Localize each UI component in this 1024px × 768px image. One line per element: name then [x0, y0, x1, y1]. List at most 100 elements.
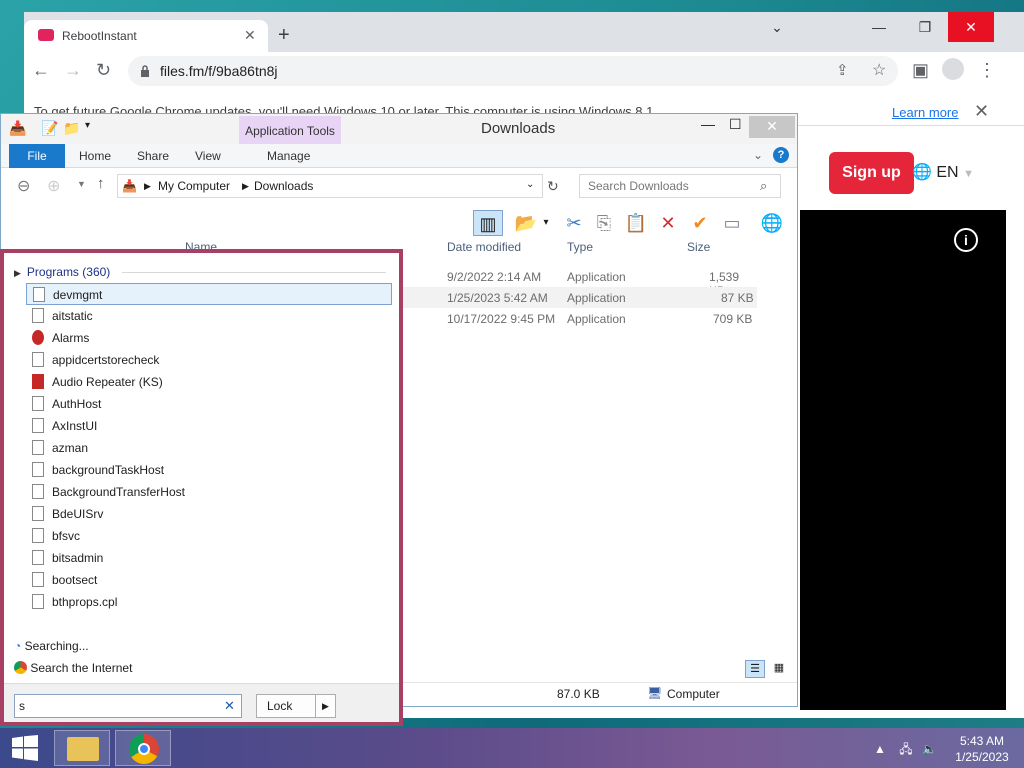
list-item[interactable]: BdeUISrv: [26, 503, 392, 525]
program-icon: [33, 287, 45, 302]
search-downloads-input[interactable]: Search Downloads ⌕: [579, 174, 781, 198]
breadcrumb-downloads[interactable]: Downloads: [254, 179, 313, 193]
chevron-down-icon[interactable]: ⌄: [526, 179, 534, 190]
check-icon[interactable]: ✔: [687, 210, 713, 236]
refresh-icon[interactable]: ↻: [547, 178, 559, 195]
file-date: 9/2/2022 2:14 AM: [447, 270, 542, 284]
list-item[interactable]: bootsect: [26, 569, 392, 591]
address-bar[interactable]: files.fm/f/9ba86tn8j ⇪ ☆: [128, 56, 898, 86]
list-item[interactable]: Alarms: [26, 327, 392, 349]
table-row[interactable]: 10/17/2022 9:45 PM Application 709 KB: [397, 308, 757, 329]
tab-title: RebootInstant: [62, 29, 137, 43]
list-item[interactable]: backgroundTaskHost: [26, 459, 392, 481]
details-view-icon[interactable]: ☰: [745, 660, 765, 678]
rename-icon[interactable]: ▭: [719, 210, 745, 236]
programs-header-label: Programs (360): [26, 265, 111, 279]
bookmark-star-icon[interactable]: ☆: [872, 60, 886, 80]
minimize-icon[interactable]: —: [856, 12, 902, 42]
help-icon[interactable]: ?: [773, 147, 789, 163]
tab-manage[interactable]: Manage: [267, 149, 310, 163]
list-item[interactable]: bfsvc: [26, 525, 392, 547]
searching-row: ◔ Searching...: [14, 639, 89, 653]
globe-icon[interactable]: 🌐: [759, 210, 785, 236]
reload-icon[interactable]: ↻: [96, 60, 111, 81]
breadcrumb-my-computer[interactable]: My Computer: [158, 179, 230, 193]
tab-view[interactable]: View: [195, 149, 221, 163]
list-item[interactable]: AxInstUI: [26, 415, 392, 437]
list-item[interactable]: aitstatic: [26, 305, 392, 327]
start-search-input[interactable]: s: [14, 694, 242, 718]
forward-icon[interactable]: ⊕: [47, 176, 60, 196]
side-panel-icon[interactable]: ▣: [912, 60, 929, 81]
breadcrumb[interactable]: 📥 ▶ My Computer ▶ Downloads ⌄: [117, 174, 543, 198]
list-item[interactable]: appidcertstorecheck: [26, 349, 392, 371]
lock-button[interactable]: Lock ▶: [256, 694, 336, 718]
paste-icon[interactable]: 📋: [623, 210, 649, 236]
minimize-icon[interactable]: —: [701, 116, 715, 132]
taskbar-file-explorer[interactable]: [54, 730, 110, 766]
new-folder-icon[interactable]: 📁: [63, 120, 80, 137]
search-internet-row[interactable]: Search the Internet: [14, 661, 132, 675]
delete-icon[interactable]: ✕: [655, 210, 681, 236]
tab-search-icon[interactable]: ⌄: [754, 12, 800, 42]
sign-up-button[interactable]: Sign up: [829, 152, 914, 194]
back-icon[interactable]: ←: [32, 60, 50, 81]
list-item[interactable]: Audio Repeater (KS): [26, 371, 392, 393]
tab-home[interactable]: Home: [79, 149, 111, 163]
show-hidden-icons[interactable]: ▲: [874, 742, 886, 756]
up-icon[interactable]: ↑: [97, 175, 105, 192]
list-item[interactable]: bthprops.cpl: [26, 591, 392, 613]
start-button[interactable]: [0, 728, 50, 768]
folder-options-icon[interactable]: 📂: [513, 210, 539, 236]
tab-share[interactable]: Share: [137, 149, 169, 163]
table-row[interactable]: 1/25/2023 5:42 AM Application 87 KB: [397, 287, 757, 308]
infobar-close-icon[interactable]: ✕: [974, 101, 989, 122]
properties-icon[interactable]: 📝: [41, 120, 58, 137]
info-icon[interactable]: i: [954, 228, 978, 252]
profile-avatar[interactable]: [942, 58, 964, 80]
cut-icon[interactable]: ✂: [561, 210, 587, 236]
expand-ribbon-icon[interactable]: ⌄: [753, 148, 763, 162]
close-window-icon[interactable]: ✕: [948, 12, 994, 42]
clear-search-icon[interactable]: ✕: [224, 698, 235, 714]
clock[interactable]: 5:43 AM 1/25/2023: [950, 733, 1014, 765]
programs-header[interactable]: ▶ Programs (360): [14, 265, 110, 279]
list-item[interactable]: BackgroundTransferHost: [26, 481, 392, 503]
tab-close-icon[interactable]: ✕: [244, 27, 256, 44]
share-icon[interactable]: ⇪: [836, 61, 849, 79]
downloads-folder-icon: 📥: [122, 179, 137, 193]
back-icon[interactable]: ⊖: [17, 176, 30, 196]
network-icon[interactable]: 🖧: [899, 742, 912, 756]
video-panel: [800, 210, 1006, 710]
learn-more-link[interactable]: Learn more: [892, 105, 958, 120]
folder-quick-icon[interactable]: 📥: [9, 120, 26, 137]
taskbar-chrome[interactable]: [115, 730, 171, 766]
forward-icon[interactable]: →: [64, 60, 82, 81]
col-size[interactable]: Size: [687, 240, 710, 254]
volume-icon[interactable]: 🔈: [922, 742, 937, 756]
copy-icon[interactable]: ⎘: [591, 210, 617, 236]
chevron-down-icon[interactable]: ▾: [539, 210, 553, 236]
program-label: BackgroundTransferHost: [52, 485, 185, 499]
list-item[interactable]: devmgmt: [26, 283, 392, 305]
large-icons-view-icon[interactable]: ▦: [769, 660, 789, 678]
language-selector[interactable]: 🌐 EN ▼: [912, 162, 974, 182]
col-type[interactable]: Type: [567, 240, 593, 254]
close-window-icon[interactable]: ✕: [749, 116, 795, 138]
tab-file[interactable]: File: [9, 144, 65, 168]
list-item[interactable]: azman: [26, 437, 392, 459]
list-item[interactable]: bitsadmin: [26, 547, 392, 569]
preview-pane-icon[interactable]: ▥: [473, 210, 503, 236]
list-item[interactable]: AuthHost: [26, 393, 392, 415]
new-tab-icon[interactable]: +: [278, 24, 290, 47]
chrome-tab[interactable]: RebootInstant ✕: [24, 20, 268, 52]
recent-locations-icon[interactable]: ▼: [77, 179, 86, 189]
customize-qat-icon[interactable]: ▾: [85, 120, 90, 131]
maximize-icon[interactable]: ❐: [902, 12, 948, 42]
power-options-arrow-icon[interactable]: ▶: [315, 695, 335, 717]
col-date-modified[interactable]: Date modified: [447, 240, 521, 254]
menu-dots-icon[interactable]: ⋮: [978, 60, 996, 81]
maximize-icon[interactable]: ☐: [729, 116, 742, 133]
ribbon-tabs: File Home Share View Manage ⌄ ?: [1, 144, 797, 168]
table-row[interactable]: 9/2/2022 2:14 AM Application 1,539 KB: [397, 266, 757, 298]
